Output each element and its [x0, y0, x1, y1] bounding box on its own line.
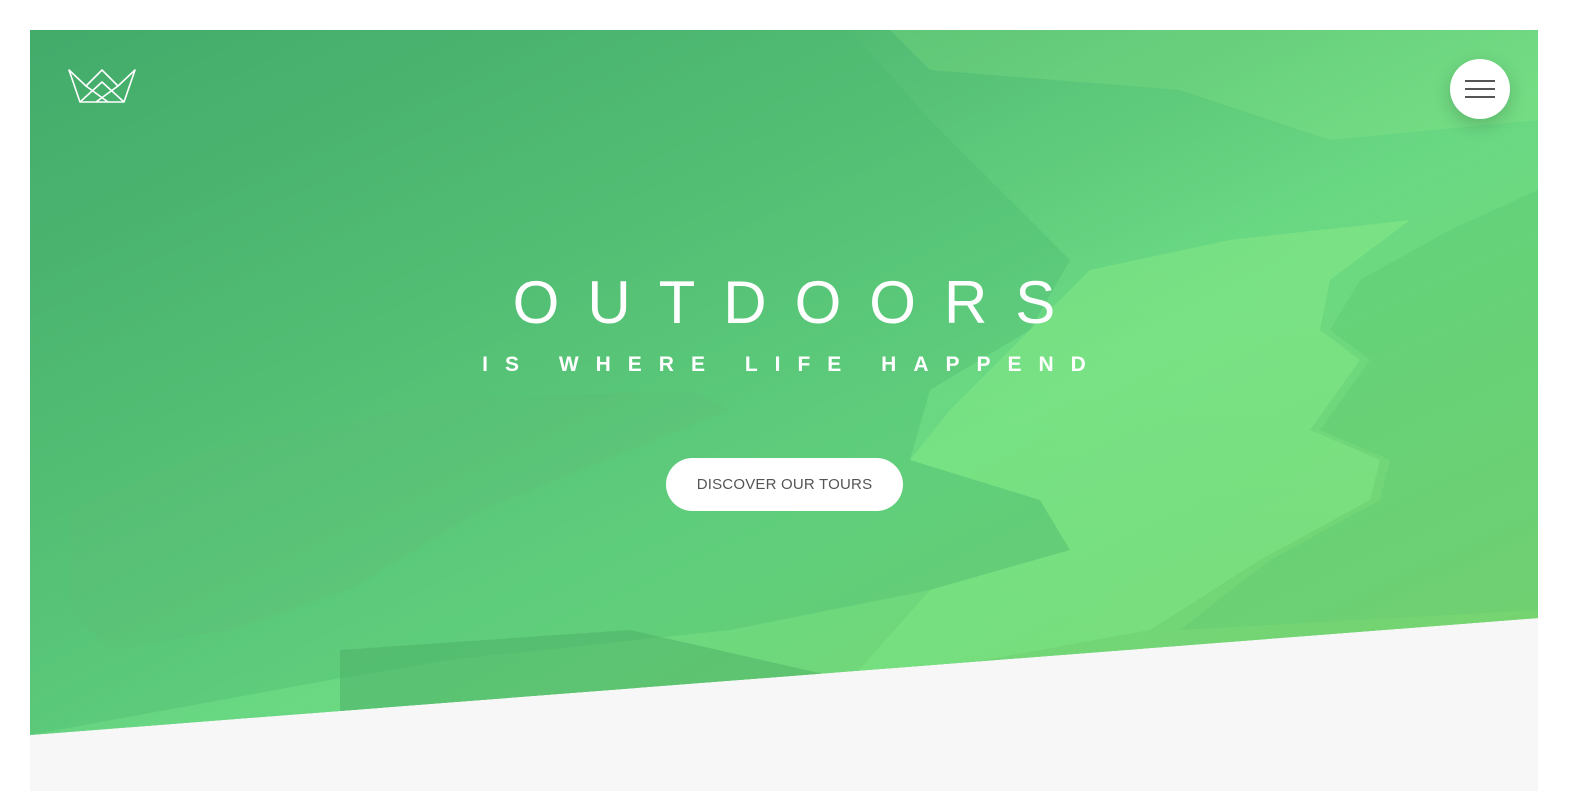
page-frame: OUTDOORS IS WHERE LIFE HAPPEND DISCOVER … — [30, 30, 1538, 791]
hamburger-menu-icon — [1465, 80, 1495, 98]
hero-section: OUTDOORS IS WHERE LIFE HAPPEND DISCOVER … — [30, 30, 1538, 735]
hero-title: OUTDOORS — [512, 269, 1084, 336]
hero-subtitle: IS WHERE LIFE HAPPEND — [482, 353, 1103, 376]
discover-tours-button[interactable]: DISCOVER OUR TOURS — [666, 458, 903, 511]
hero-gradient-overlay — [30, 30, 1538, 735]
crown-outline-logo[interactable] — [68, 68, 136, 104]
menu-button[interactable] — [1450, 59, 1510, 119]
